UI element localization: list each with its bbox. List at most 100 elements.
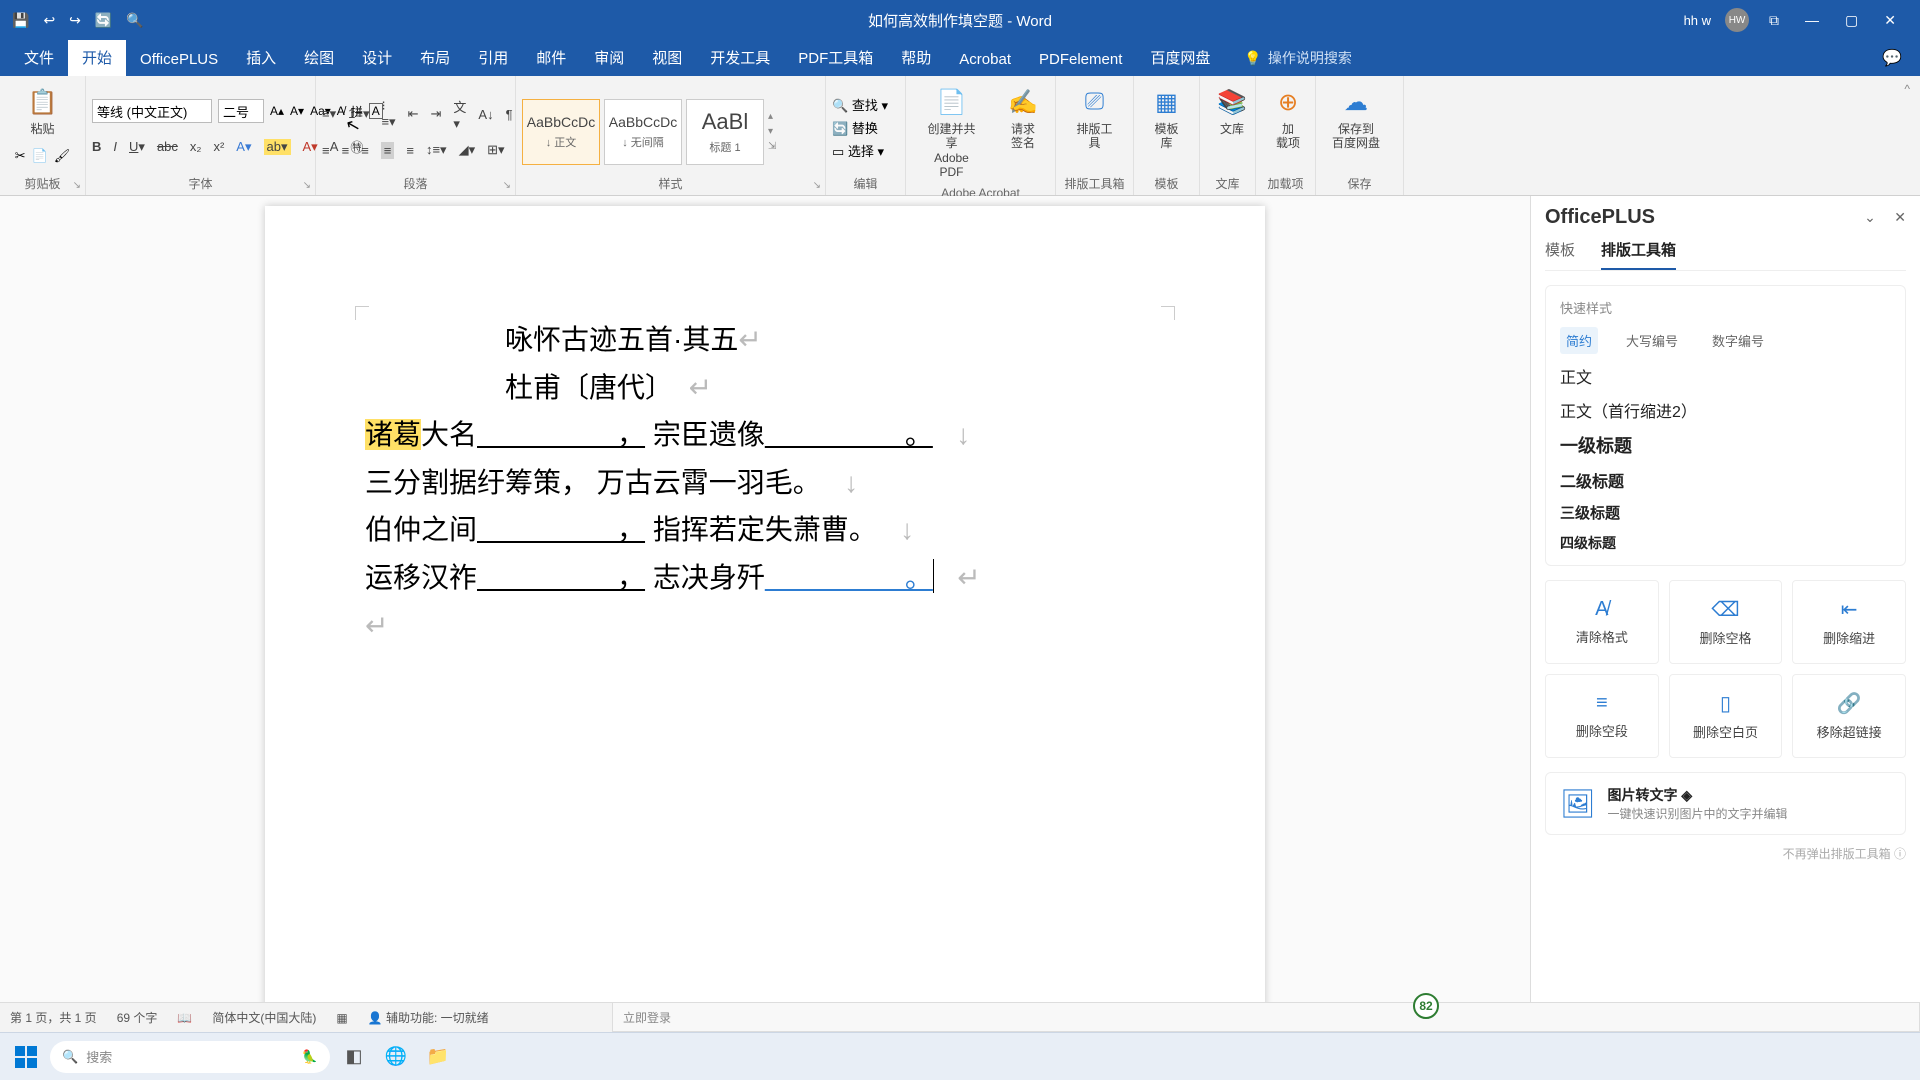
explorer-icon[interactable]: 📁 [420,1039,456,1075]
text-effects-icon[interactable]: A▾ [236,139,251,155]
collapse-ribbon-icon[interactable]: ^ [1904,82,1910,96]
style-normal[interactable]: AaBbCcDc ↓ 正文 [522,99,600,165]
tab-review[interactable]: 审阅 [580,39,638,76]
template-lib-button[interactable]: ▦模板库 [1140,80,1193,157]
maximize-button[interactable]: ▢ [1839,12,1864,29]
shrink-font-icon[interactable]: A▾ [290,104,304,118]
multilevel-icon[interactable]: ⁝≡▾ [381,98,395,130]
font-name-select[interactable] [92,99,212,123]
strike-button[interactable]: abc [157,139,178,154]
style-scroll-down[interactable]: ▾ [768,126,776,137]
style-h3[interactable]: 三级标题 [1560,502,1891,523]
subtab-upper[interactable]: 大写编号 [1620,327,1684,354]
minimize-button[interactable]: — [1799,12,1825,28]
start-button[interactable] [8,1039,44,1075]
tool-remove-spaces[interactable]: ⌫删除空格 [1669,580,1783,664]
tab-design[interactable]: 设计 [348,39,406,76]
layout-tools-button[interactable]: ⎚排版工具 [1062,80,1127,157]
language-status[interactable]: 简体中文(中国大陆) [212,1009,316,1026]
accessibility-status[interactable]: 👤 辅助功能: 一切就绪 [368,1009,489,1026]
user-name[interactable]: hh w [1684,13,1711,28]
panel-tab-templates[interactable]: 模板 [1545,239,1575,270]
tell-me-search[interactable]: 💡 操作说明搜索 [1244,48,1351,76]
inc-indent-icon[interactable]: ⇥ [430,106,441,122]
tool-remove-empty-para[interactable]: ≡删除空段 [1545,674,1659,758]
macro-icon[interactable]: ▦ [336,1011,347,1025]
user-avatar[interactable]: HW [1725,8,1749,32]
style-heading1[interactable]: AaBl 标题 1 [686,99,764,165]
redo-icon[interactable]: ↪ [69,12,81,29]
dec-indent-icon[interactable]: ⇤ [408,106,419,122]
format-painter-icon[interactable]: 🖌 [54,148,71,164]
tab-mailings[interactable]: 邮件 [522,39,580,76]
document-area[interactable]: 咏怀古迹五首·其五↵ 杜甫〔唐代〕 ↵ 诸葛大名＿＿＿＿＿， 宗臣遗像＿＿＿＿＿… [0,196,1530,1002]
panel-collapse-icon[interactable]: ⌄ [1864,209,1876,225]
save-icon[interactable]: 💾 [12,12,29,29]
align-left-icon[interactable]: ≡ [322,143,330,158]
window-switch-icon[interactable]: ⧉ [1763,12,1785,29]
highlight-icon[interactable]: ab▾ [264,139,291,155]
style-h2[interactable]: 二级标题 [1560,468,1891,492]
image-to-text-button[interactable]: 🖼 图片转文字 ◈ 一键快速识别图片中的文字并编辑 [1545,772,1906,835]
find-button[interactable]: 🔍 查找 ▾ [832,95,888,114]
numbering-icon[interactable]: 1≡▾ [348,106,369,122]
tab-draw[interactable]: 绘图 [290,39,348,76]
bullets-icon[interactable]: ≡▾ [322,106,336,122]
italic-button[interactable]: I [113,139,117,154]
bold-button[interactable]: B [92,139,101,154]
taskview-icon[interactable]: ◧ [336,1039,372,1075]
tab-help[interactable]: 帮助 [887,39,945,76]
shading-icon[interactable]: ◢▾ [459,142,476,158]
login-label[interactable]: 立即登录 [623,1009,671,1026]
tab-baidu[interactable]: 百度网盘 [1136,39,1224,76]
tab-pdfelement[interactable]: PDFelement [1025,43,1136,76]
justify-icon[interactable]: ≡ [381,142,395,159]
tab-pdftools[interactable]: PDF工具箱 [784,39,887,76]
tab-references[interactable]: 引用 [464,39,522,76]
borders-icon[interactable]: ⊞▾ [487,142,504,158]
document-content[interactable]: 咏怀古迹五首·其五↵ 杜甫〔唐代〕 ↵ 诸葛大名＿＿＿＿＿， 宗臣遗像＿＿＿＿＿… [365,316,1165,649]
style-body-indent[interactable]: 正文（首行缩进2） [1560,398,1891,422]
tab-view[interactable]: 视图 [638,39,696,76]
refresh-icon[interactable]: 🔄 [95,12,112,29]
taskbar-search[interactable]: 🔍 搜索 🦜 [50,1041,330,1073]
superscript-button[interactable]: x² [213,139,224,154]
subscript-button[interactable]: x₂ [190,139,202,154]
replace-button[interactable]: 🔄 替换 [832,118,878,137]
subtab-number[interactable]: 数字编号 [1706,327,1770,354]
create-pdf-button[interactable]: 📄 创建并共享 Adobe PDF [912,80,991,186]
font-launcher[interactable]: ↘ [303,180,311,191]
style-h1[interactable]: 一级标题 [1560,432,1891,458]
preview-icon[interactable]: 🔍 [126,12,143,29]
clipboard-launcher[interactable]: ↘ [73,180,81,191]
library-button[interactable]: 📚文库 [1206,80,1258,142]
align-center-icon[interactable]: ≡ [342,143,350,158]
score-bubble[interactable]: 82 [1413,993,1439,1019]
style-more[interactable]: ⇲ [768,141,776,152]
style-nospacing[interactable]: AaBbCcDc ↓ 无间隔 [604,99,682,165]
tab-insert[interactable]: 插入 [232,39,290,76]
tool-clear-format[interactable]: A̸清除格式 [1545,580,1659,664]
panel-footer-toggle[interactable]: 不再弹出排版工具箱 ⓘ [1545,845,1906,862]
paste-button[interactable]: 📋 粘贴 [17,80,69,142]
cut-icon[interactable]: ✂ [15,148,26,164]
grow-font-icon[interactable]: A▴ [270,104,284,118]
line-spacing-icon[interactable]: ↕≡▾ [426,142,447,158]
align-right-icon[interactable]: ≡ [361,143,369,158]
tool-remove-links[interactable]: 🔗移除超链接 [1792,674,1906,758]
style-scroll-up[interactable]: ▴ [768,111,776,122]
addins-button[interactable]: ⊕加 载项 [1262,80,1314,157]
style-body[interactable]: 正文 [1560,364,1891,388]
edge-icon[interactable]: 🌐 [378,1039,414,1075]
panel-tab-layouttools[interactable]: 排版工具箱 [1601,239,1676,270]
panel-close-icon[interactable]: ✕ [1894,209,1906,225]
font-size-select[interactable] [218,99,264,123]
copy-icon[interactable]: 📄 [32,148,48,164]
text-direction-icon[interactable]: 文▾ [453,97,466,132]
sort-icon[interactable]: A↓ [478,107,493,122]
show-marks-icon[interactable]: ¶ [506,107,513,122]
underline-button[interactable]: U▾ [129,139,145,155]
tab-layout[interactable]: 布局 [406,39,464,76]
subtab-simple[interactable]: 简约 [1560,327,1598,354]
close-button[interactable]: ✕ [1878,12,1902,29]
